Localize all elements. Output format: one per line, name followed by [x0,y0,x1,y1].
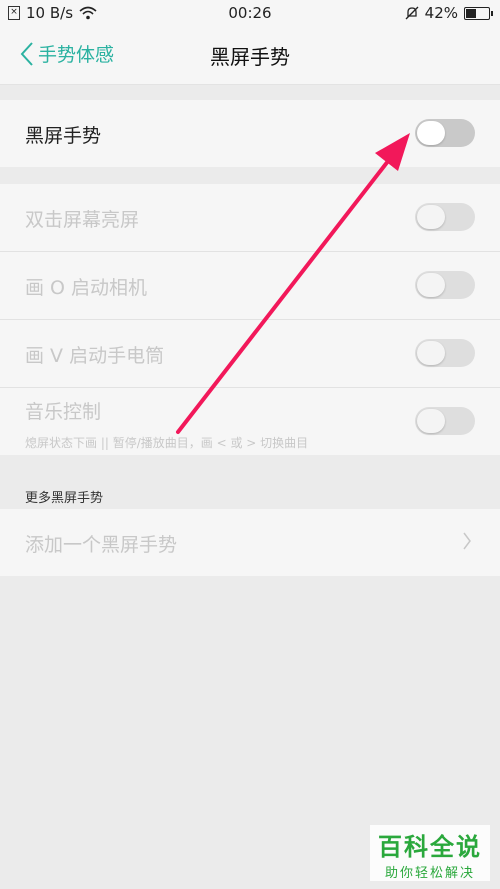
mute-bell-icon [405,6,419,20]
toggle-knob [417,205,445,229]
toggle-knob [417,121,445,145]
gesture-label: 画 O 启动相机 [25,277,148,299]
gesture-row-flashlight[interactable]: 画 V 启动手电筒 [0,320,500,388]
watermark-title: 百科全说 [378,833,482,861]
more-group: 添加一个黑屏手势 [0,509,500,576]
nav-bar: 手势体感 黑屏手势 [0,28,500,85]
gesture-row-camera[interactable]: 画 O 启动相机 [0,252,500,320]
page-title: 黑屏手势 [210,45,290,69]
toggle-knob [417,409,445,433]
status-bar: × 10 B/s 00:26 42% [0,0,500,28]
battery-fill [466,8,477,18]
section-header-more: 更多黑屏手势 [25,491,104,506]
battery-icon [464,6,493,20]
status-right: 42% [405,4,493,22]
battery-percent: 42% [424,4,458,22]
gesture-toggle-flashlight[interactable] [415,339,475,367]
main-toggle-row[interactable]: 黑屏手势 [0,100,500,167]
gesture-sublabel: 熄屏状态下画 || 暂停/播放曲目，画 < 或 > 切换曲目 [25,436,309,450]
watermark-subtitle: 助你轻松解决 [384,866,475,881]
gesture-row-double-tap[interactable]: 双击屏幕亮屏 [0,184,500,252]
gesture-toggle-music[interactable] [415,407,475,435]
watermark-logo: 百科全说 助你轻松解决 [370,825,490,881]
gesture-toggle-camera[interactable] [415,271,475,299]
main-toggle-group: 黑屏手势 [0,100,500,167]
add-gesture-label: 添加一个黑屏手势 [25,534,178,556]
chevron-right-icon [463,532,471,550]
gesture-toggle-double-tap[interactable] [415,203,475,231]
add-gesture-row[interactable]: 添加一个黑屏手势 [0,509,500,576]
gesture-label: 双击屏幕亮屏 [25,209,140,231]
gesture-label: 画 V 启动手电筒 [25,345,165,367]
gesture-list: 双击屏幕亮屏 画 O 启动相机 画 V 启动手电筒 音乐控制 熄屏状态下画 ||… [0,184,500,455]
gesture-label: 音乐控制 [25,401,102,423]
toggle-knob [417,341,445,365]
toggle-knob [417,273,445,297]
gesture-row-music[interactable]: 音乐控制 熄屏状态下画 || 暂停/播放曲目，画 < 或 > 切换曲目 [0,388,500,455]
main-toggle-switch[interactable] [415,119,475,147]
main-toggle-label: 黑屏手势 [25,125,102,147]
